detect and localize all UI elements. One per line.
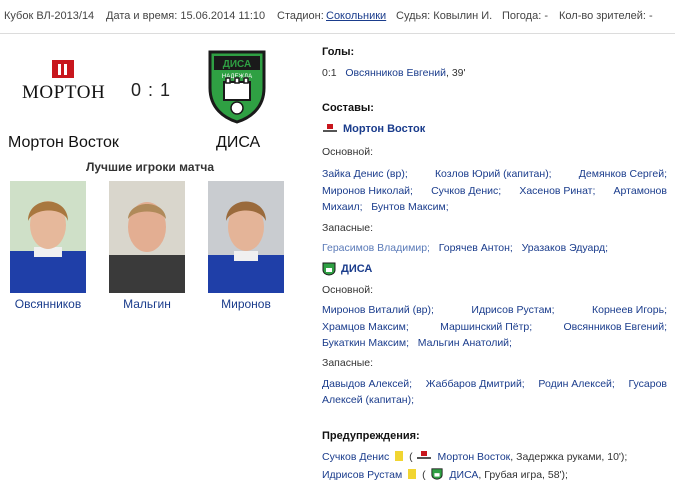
warning-reason: , Задержка руками, 10'); [510,451,628,463]
away-main-row-2: Храмцов Максим; Маршинский Пётр; Овсянни… [322,321,667,333]
home-team-name[interactable]: Мортон Восток [8,134,119,152]
player-link[interactable]: Демянков Сергей; [579,168,667,180]
away-lineup-team-name[interactable]: ДИСА [341,263,372,275]
datetime-label: Дата и время: 15.06.2014 11:10 [106,10,266,22]
disa-mini-logo-icon [322,262,336,276]
home-subs-row: Герасимов Владимир; Горячев Антон; Ураза… [322,242,667,254]
best-player-name-2[interactable]: Мальгин [97,297,197,311]
warning-player-link[interactable]: Сучков Денис [322,451,389,463]
lineups-title: Составы: [322,102,374,114]
player-link[interactable]: Маршинский Пётр; [440,321,532,333]
morton-mark-icon [52,60,74,78]
player-link[interactable]: Горячев Антон; [439,242,513,254]
best-player-name-1[interactable]: Овсянников [0,297,98,311]
away-lineup-team[interactable]: ДИСА [322,262,372,276]
disa-logo-text: ДИСА [223,59,252,70]
away-main-label: Основной: [322,284,374,296]
player-photo-mironov[interactable] [208,181,284,293]
away-subs-row-1: Давыдов Алексей; Жаббаров Дмитрий; Родин… [322,378,667,390]
warning-reason: , Грубая игра, 58'); [478,469,568,481]
goal-score: 0:1 [322,67,337,79]
player-link[interactable]: Миронов Николай; [322,185,413,197]
player-link[interactable]: Зайка Денис (вр); [322,168,408,180]
goal-player-link[interactable]: Овсянников Евгений [345,67,446,79]
morton-mini-logo-icon [416,451,432,461]
away-subs-label: Запасные: [322,357,374,369]
match-score: 0 : 1 [130,80,172,100]
disa-logo[interactable]: ДИСА НАДЕЖДА [206,48,268,124]
goals-title: Голы: [322,46,355,58]
player-photo-ovsyannikov[interactable] [10,181,86,293]
warning-team-link[interactable]: ДИСА [449,469,478,481]
paren: ( [409,451,413,463]
player-link[interactable]: Храмцов Максим; [322,321,409,333]
home-main-row-1: Зайка Денис (вр); Козлов Юрий (капитан);… [322,168,667,180]
player-link[interactable]: Овсянников Евгений; [563,321,667,333]
goal-minute: , 39' [446,67,466,79]
player-link[interactable]: Герасимов Владимир; [322,242,430,254]
spectators-label: Кол-во зрителей: - [559,10,653,22]
match-details: Голы: 0:1 Овсянников Евгений, 39' Состав… [322,34,667,490]
player-link[interactable]: Давыдов Алексей; [322,378,412,390]
away-subs-row-2: Алексей (капитан); [322,394,667,406]
tournament-label: Кубок ВЛ-2013/14 [4,10,95,22]
player-link[interactable]: Жаббаров Дмитрий; [426,378,525,390]
yellow-card-icon [395,451,404,461]
player-link[interactable]: Сучков Денис; [431,185,501,197]
match-info-bar: Кубок ВЛ-2013/14 Дата и время: 15.06.201… [0,0,675,34]
away-team-name[interactable]: ДИСА [216,134,260,152]
player-link[interactable]: Гусаров [629,378,667,390]
home-lineup-team-name[interactable]: Мортон Восток [343,123,425,135]
warning-player-link[interactable]: Идрисов Рустам [322,469,402,481]
warning-row-1: Сучков Денис ( Мортон Восток, Задержка р… [322,451,667,463]
player-link[interactable]: Артамонов [614,185,667,197]
player-link[interactable]: Букаткин Максим; [322,337,409,349]
player-link[interactable]: Уразаков Эдуард; [522,242,608,254]
player-link[interactable]: Бунтов Максим; [371,201,448,213]
home-main-label: Основной: [322,146,374,158]
player-link[interactable]: Родин Алексей; [538,378,614,390]
home-main-row-2: Миронов Николай; Сучков Денис; Хасенов Р… [322,185,667,197]
match-overview: МОРТОН 0 : 1 ДИСА НАДЕЖДА Мортон Восток … [0,34,300,490]
best-player-name-3[interactable]: Миронов [196,297,296,311]
morton-mini-logo-icon [322,124,338,134]
stadium-link[interactable]: Сокольники [326,10,386,22]
goal-row: 0:1 Овсянников Евгений, 39' [322,67,667,79]
player-link[interactable]: Идрисов Рустам; [471,304,554,316]
player-link[interactable]: Алексей (капитан); [322,394,414,406]
disa-mini-logo-icon [431,468,444,480]
warning-row-2: Идрисов Рустам ( ДИСА, Грубая игра, 58')… [322,468,667,481]
player-link[interactable]: Козлов Юрий (капитан); [435,168,552,180]
player-photo-malgin[interactable] [109,181,185,293]
stadium-label: Стадион: [277,10,324,22]
best-players-title: Лучшие игроки матча [85,160,215,174]
morton-logo[interactable]: МОРТОН [22,44,106,126]
paren: ( [422,469,426,481]
warnings-title: Предупреждения: [322,430,420,442]
home-lineup-team[interactable]: Мортон Восток [322,123,425,135]
away-main-row-1: Миронов Виталий (вр); Идрисов Рустам; Ко… [322,304,667,316]
player-link[interactable]: Михаил; [322,201,363,213]
weather-label: Погода: - [502,10,548,22]
away-main-row-3: Букаткин Максим; Мальгин Анатолий; [322,337,667,349]
morton-logo-text: МОРТОН [22,82,106,103]
player-link[interactable]: Миронов Виталий (вр); [322,304,434,316]
player-link[interactable]: Мальгин Анатолий; [418,337,512,349]
referee-label: Судья: Ковылин И. [396,10,493,22]
yellow-card-icon [408,469,417,479]
warning-team-link[interactable]: Мортон Восток [437,451,510,463]
home-subs-label: Запасные: [322,222,374,234]
home-main-row-3: Михаил; Бунтов Максим; [322,201,667,213]
player-link[interactable]: Корнеев Игорь; [592,304,667,316]
player-link[interactable]: Хасенов Ринат; [519,185,595,197]
